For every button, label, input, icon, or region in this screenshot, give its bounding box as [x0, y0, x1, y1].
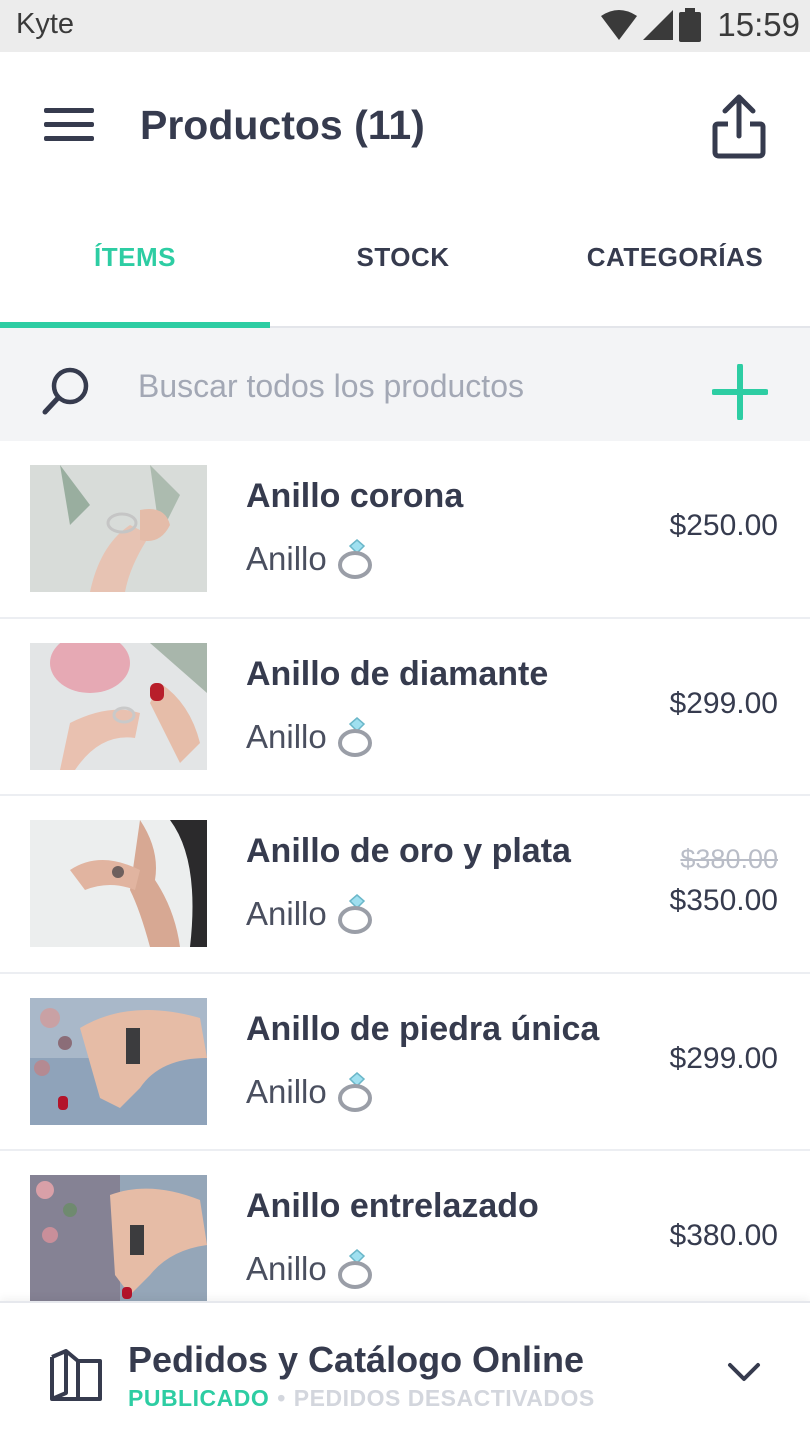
status-bar: Kyte 15:59: [0, 0, 810, 52]
tab-bar: ÍTEMS STOCK CATEGORÍAS: [0, 202, 810, 328]
tab-categories[interactable]: CATEGORÍAS: [540, 242, 810, 282]
product-price: $299.00: [669, 1041, 778, 1075]
share-upload-icon[interactable]: [706, 92, 772, 164]
product-name: Anillo de diamante: [246, 654, 549, 693]
product-list: Anillo corona Anillo $250.00 Anillo de d…: [0, 441, 810, 1301]
product-category: Anillo: [246, 537, 377, 581]
product-category-label: Anillo: [246, 540, 327, 577]
product-category: Anillo: [246, 892, 377, 936]
product-category: Anillo: [246, 1247, 377, 1291]
wifi-icon: [601, 10, 638, 40]
product-category: Anillo: [246, 715, 377, 759]
search-icon[interactable]: [40, 364, 94, 418]
product-old-price: $380.00: [680, 844, 778, 874]
chevron-down-icon[interactable]: [724, 1357, 764, 1387]
catalog-title: Pedidos y Catálogo Online: [128, 1339, 585, 1380]
product-image: [30, 1175, 207, 1301]
product-price: $299.00: [669, 686, 778, 720]
signal-icon: [643, 10, 674, 40]
product-price: $380.00: [669, 1219, 778, 1252]
hamburger-menu-icon[interactable]: [40, 104, 96, 144]
product-name: Anillo de oro y plata: [246, 832, 571, 870]
product-price: $250.00: [669, 509, 778, 542]
ring-icon: [337, 1071, 372, 1112]
product-price: $350.00: [669, 884, 778, 917]
ring-icon: [337, 716, 372, 757]
product-image: [30, 997, 207, 1125]
product-row[interactable]: Anillo de oro y plata Anillo $380.00 $35…: [0, 796, 810, 974]
product-category: Anillo: [246, 1070, 377, 1114]
online-catalog-bar[interactable]: Pedidos y Catálogo Online PUBLICADO • PEDI…: [0, 1301, 810, 1440]
product-image: [30, 820, 207, 947]
catalog-orders-status: PEDIDOS DESACTIVADOS: [293, 1385, 595, 1411]
status-indicators: 15:59: [601, 5, 800, 45]
app-bar: Productos (11): [0, 52, 810, 202]
product-name: Anillo corona: [246, 477, 464, 515]
tab-items[interactable]: ÍTEMS: [0, 242, 270, 282]
ring-icon: [337, 1249, 372, 1289]
status-separator: •: [277, 1385, 286, 1411]
search-input[interactable]: [138, 364, 678, 408]
product-category-label: Anillo: [246, 1250, 327, 1287]
product-image: [30, 642, 207, 770]
tab-stock[interactable]: STOCK: [270, 242, 536, 282]
product-row[interactable]: Anillo de piedra única Anillo $299.00: [0, 973, 810, 1151]
product-row[interactable]: Anillo corona Anillo $250.00: [0, 441, 810, 619]
catalog-published-status: PUBLICADO: [128, 1385, 270, 1411]
page-title: Productos (11): [140, 102, 425, 148]
catalog-book-icon: [50, 1349, 102, 1401]
product-row[interactable]: Anillo de diamante Anillo $299.00: [0, 618, 810, 796]
search-bar: [0, 328, 810, 441]
product-category-label: Anillo: [246, 1072, 327, 1110]
product-row[interactable]: Anillo entrelazado Anillo $380.00: [0, 1151, 810, 1301]
status-app-name: Kyte: [16, 8, 75, 40]
product-category-label: Anillo: [246, 717, 327, 755]
battery-icon: [679, 8, 702, 42]
product-name: Anillo entrelazado: [246, 1187, 539, 1225]
plus-icon[interactable]: [712, 364, 768, 420]
status-time: 15:59: [717, 6, 800, 43]
ring-icon: [337, 894, 372, 934]
product-image: [30, 465, 207, 592]
catalog-status: PUBLICADO • PEDIDOS DESACTIVADOS: [128, 1385, 595, 1412]
product-category-label: Anillo: [246, 895, 327, 932]
ring-icon: [337, 539, 372, 579]
product-name: Anillo de piedra única: [246, 1009, 600, 1048]
